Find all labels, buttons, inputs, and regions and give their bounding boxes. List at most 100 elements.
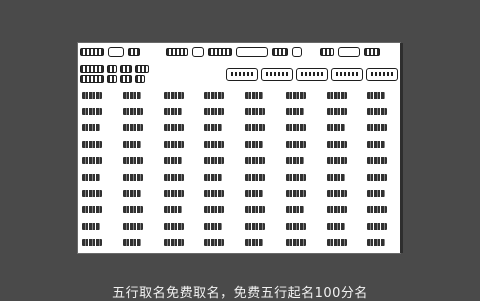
glyph-mark [367, 222, 388, 230]
grid-glyph-cell [367, 204, 394, 216]
grid-glyph-cell [204, 105, 231, 117]
glyph-mark [163, 239, 184, 247]
grid-glyph-cell [82, 220, 109, 232]
grid-glyph-cell [285, 237, 313, 249]
grid-glyph-cell [326, 105, 354, 117]
grid-glyph-cell [122, 204, 150, 216]
glyph-mark [326, 157, 347, 165]
grid-glyph-cell [163, 105, 191, 117]
header-box [338, 47, 360, 57]
grid-glyph-cell [245, 155, 272, 167]
grid-glyph-cell [82, 204, 109, 216]
grid-glyph-cell [326, 171, 354, 183]
glyph-mark [204, 140, 225, 148]
grid-glyph-cell [122, 171, 150, 183]
grid-glyph-cell [204, 171, 231, 183]
grid-glyph-cell [367, 220, 394, 232]
grid-glyph-cell [285, 220, 313, 232]
glyph-mark [245, 157, 265, 165]
glyph-mark [285, 173, 306, 181]
grid-glyph-cell [326, 237, 354, 249]
glyph-mark [245, 173, 265, 181]
glyph-mark [122, 222, 143, 230]
grid-glyph-cell [204, 187, 231, 199]
glyph-mark [245, 108, 265, 116]
glyph-mark [122, 124, 143, 132]
glyph-mark [326, 222, 345, 230]
glyph-mark [245, 91, 263, 99]
grid-glyph-cell [285, 89, 313, 101]
glyph-mark [326, 91, 347, 99]
glyph-mark [204, 173, 223, 181]
header-box [236, 47, 268, 57]
glyph-mark [204, 91, 225, 99]
glyph-mark [122, 91, 141, 99]
grid-glyph-cell [122, 187, 150, 199]
glyph-mark [204, 222, 223, 230]
grid-glyph-cell [285, 204, 313, 216]
glyph-mark [245, 206, 265, 214]
glyph-mark [326, 239, 347, 247]
glyph-mark [82, 190, 102, 198]
grid-glyph-cell [326, 220, 354, 232]
grid-glyph-cell [122, 237, 150, 249]
grid-glyph-cell [82, 171, 109, 183]
grid-glyph-cell [245, 171, 272, 183]
meta-lines [80, 65, 160, 83]
glyph-mark [122, 173, 143, 181]
glyph-mark [82, 222, 100, 230]
grid-glyph-cell [326, 138, 354, 150]
header-mark [364, 48, 380, 56]
grid-glyph-cell [285, 138, 313, 150]
glyph-mark [245, 140, 263, 148]
glyph-mark [204, 124, 223, 132]
glyph-mark [163, 140, 184, 148]
glyph-mark [285, 206, 304, 214]
glyph-mark [245, 190, 263, 198]
meta-line [80, 65, 160, 73]
grid-glyph-cell [367, 89, 394, 101]
glyph-mark [326, 206, 347, 214]
glyph-mark [326, 140, 347, 148]
glyph-mark [204, 190, 225, 198]
glyph-mark [326, 108, 347, 116]
scan-button [296, 67, 328, 81]
scan-button [261, 67, 293, 81]
glyph-mark [245, 239, 263, 247]
grid-glyph-cell [285, 187, 313, 199]
glyph-mark [285, 140, 306, 148]
scan-button [331, 67, 363, 81]
grid-glyph-cell [285, 155, 313, 167]
grid-glyph-cell [204, 237, 231, 249]
grid-glyph-cell [245, 122, 272, 134]
meta-mark [135, 75, 145, 83]
grid-glyph-cell [245, 220, 272, 232]
grid-glyph-cell [204, 138, 231, 150]
grid-glyph-cell [163, 237, 191, 249]
grid-glyph-cell [122, 155, 150, 167]
document-header-row [80, 47, 398, 57]
glyph-mark [367, 140, 386, 148]
header-mark [208, 48, 232, 56]
grid-glyph-cell [82, 89, 109, 101]
glyph-mark [326, 190, 347, 198]
meta-mark [135, 65, 149, 73]
header-box [192, 47, 204, 57]
glyph-mark [122, 140, 141, 148]
glyph-mark [82, 91, 102, 99]
glyph-mark [82, 239, 102, 247]
grid-glyph-cell [82, 122, 109, 134]
grid-glyph-cell [82, 105, 109, 117]
grid-glyph-cell [163, 89, 191, 101]
glyph-mark [245, 124, 265, 132]
glyph-mark [204, 108, 225, 116]
glyph-mark [367, 190, 386, 198]
header-box [292, 47, 302, 57]
glyph-mark [204, 157, 225, 165]
glyph-mark [367, 108, 388, 116]
glyph-mark [163, 206, 182, 214]
glyph-mark [82, 140, 102, 148]
meta-mark [120, 75, 132, 83]
grid-glyph-cell [245, 89, 272, 101]
grid-glyph-cell [326, 122, 354, 134]
